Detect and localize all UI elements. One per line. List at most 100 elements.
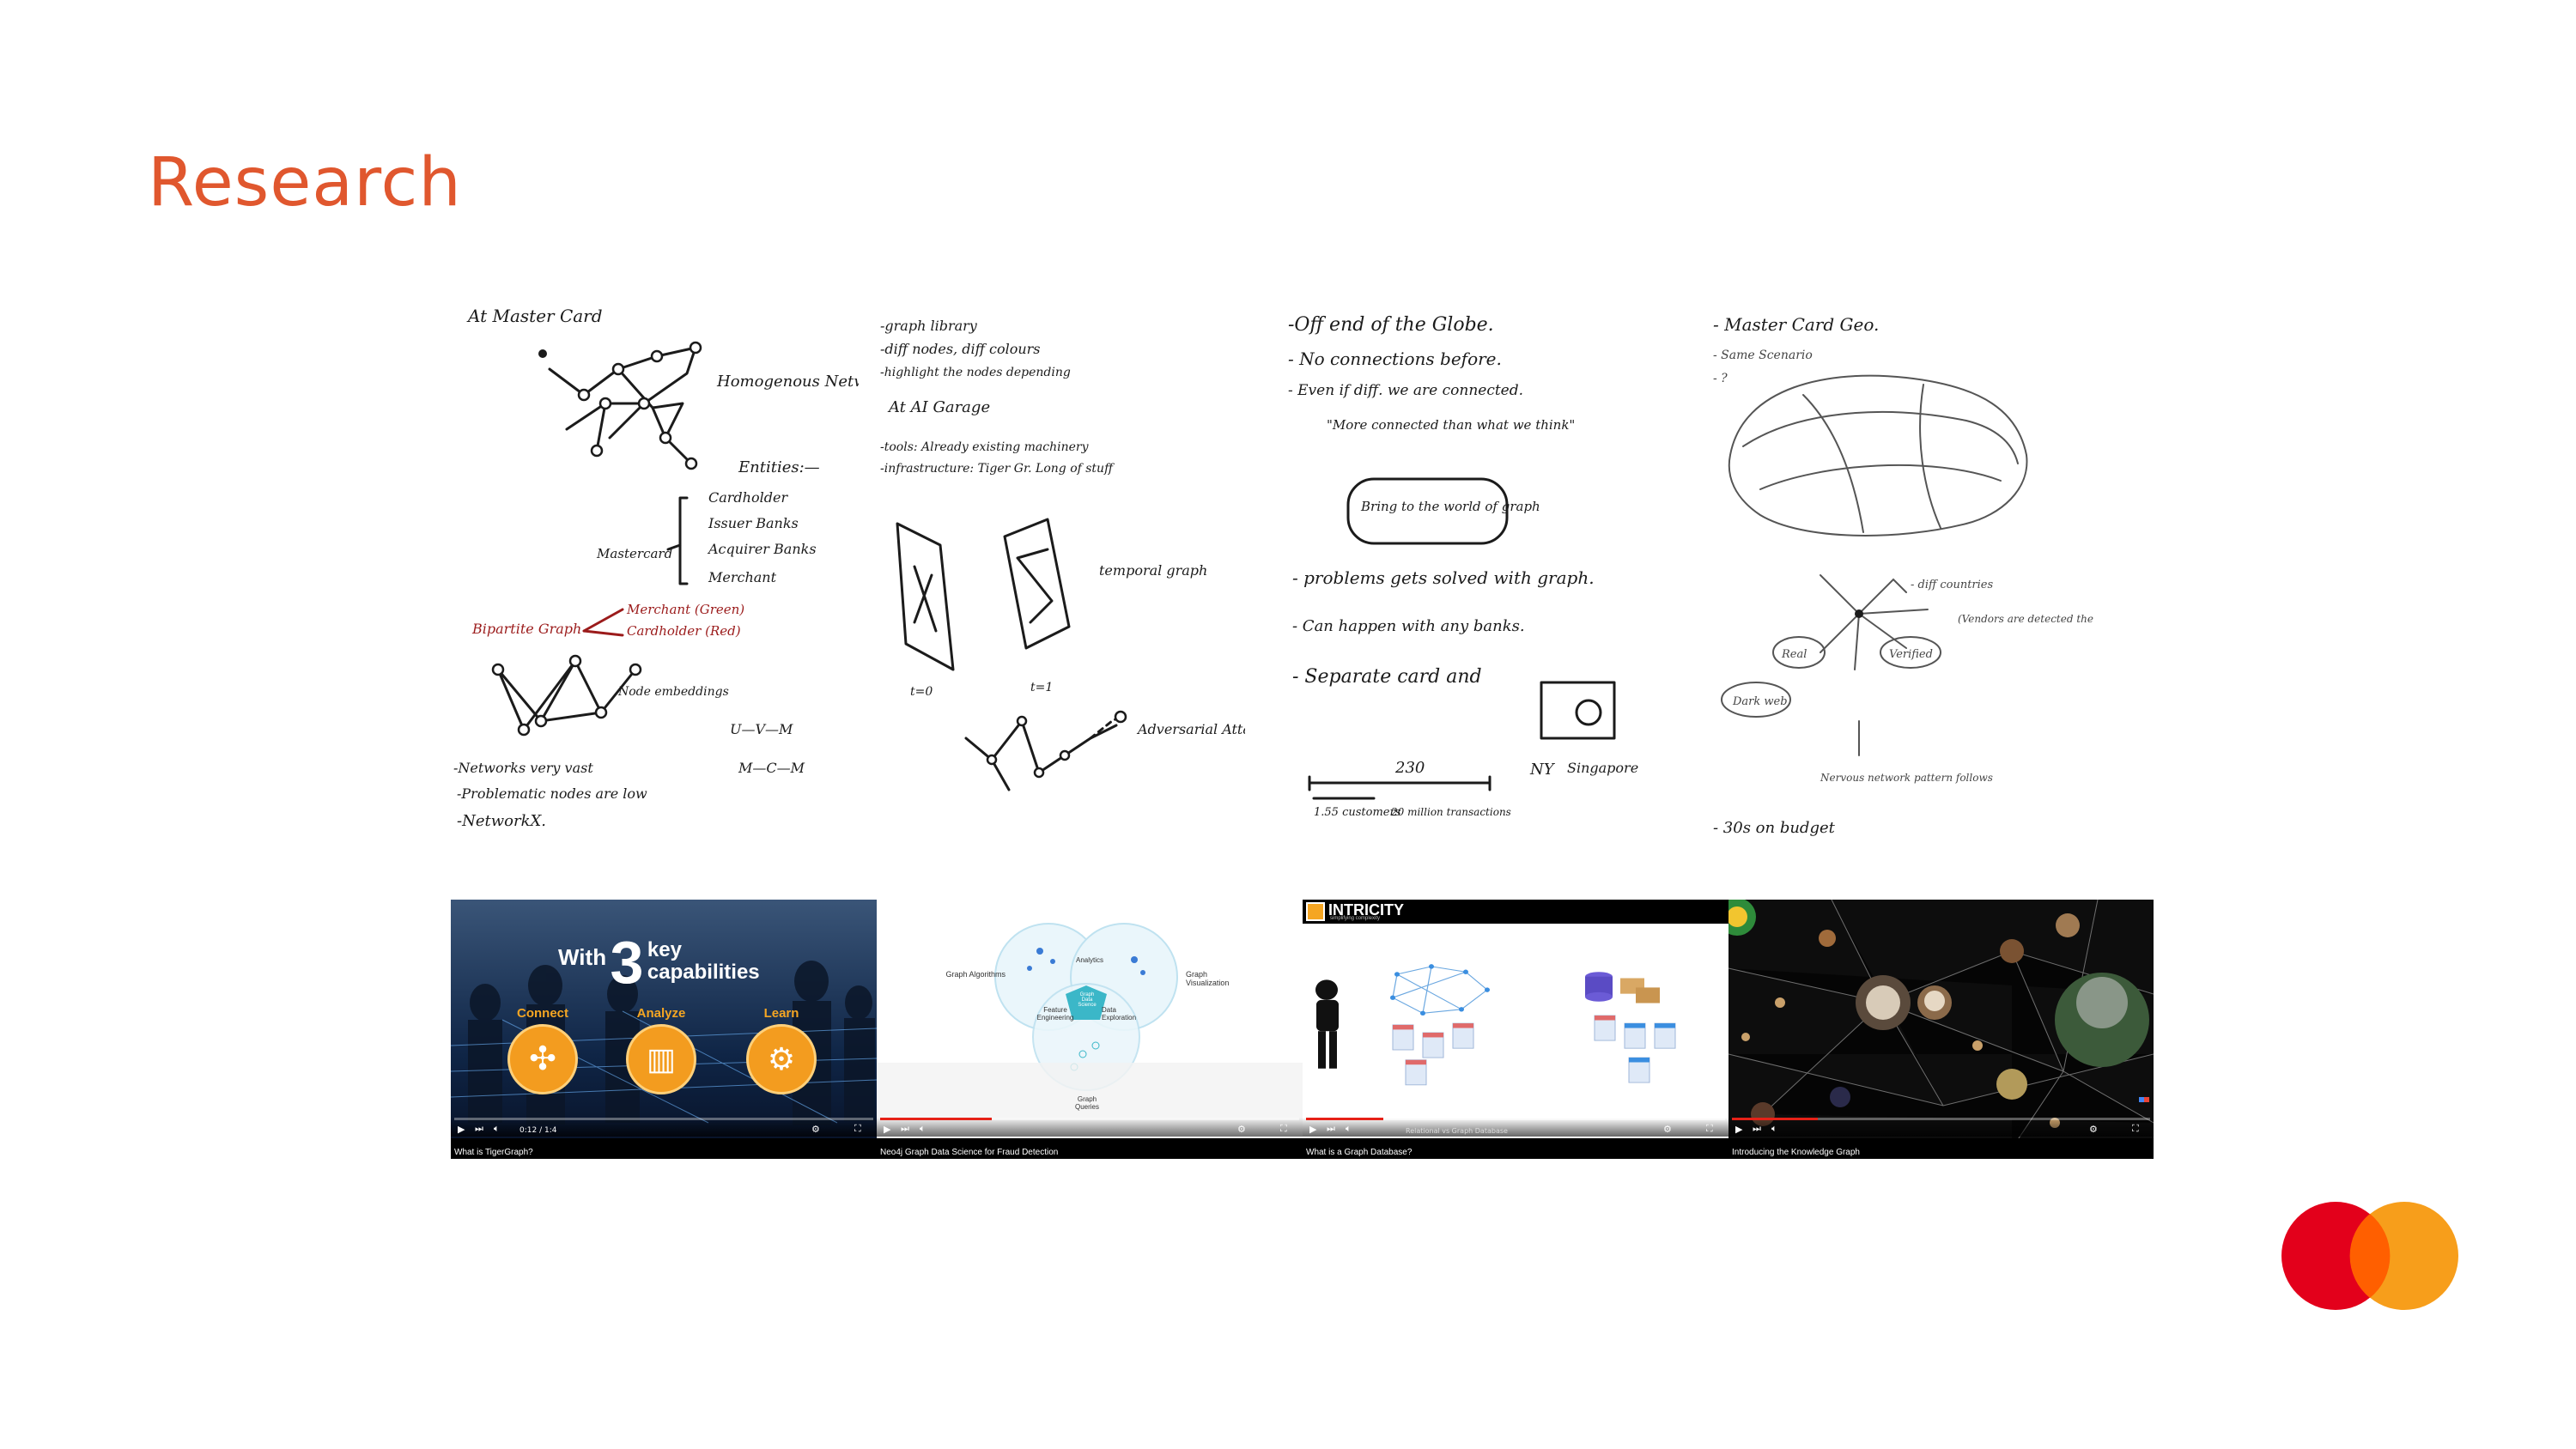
video-thumbnail-intricity[interactable]: INTRICITY simplifying complexity ▶ ⏭ 🔈︎ …: [1303, 900, 1728, 1159]
video-headline: With 3 key capabilities: [558, 932, 760, 992]
bipartite-edges: [496, 659, 637, 731]
venn-label: Data Exploration: [1102, 1006, 1137, 1022]
entities-bracket: [666, 496, 689, 585]
venn-label: Graph Visualization: [1186, 970, 1230, 987]
video-controls: ▶ ⏭ 🔈︎ 0:12 / 1:4 ⚙ ⛶: [451, 1118, 877, 1137]
sketch-text: (Vendors are detected the Mercs): [1958, 613, 2095, 625]
sketch-text: - No connections before.: [1288, 349, 1502, 369]
fullscreen-icon[interactable]: ⛶: [1280, 1123, 1287, 1135]
sketch-text: Cardholder: [708, 489, 788, 506]
sketch-text: M—C—M: [738, 760, 805, 776]
video-caption-bar: What is TigerGraph?: [451, 1138, 877, 1159]
sketch-text: Homogenous Network: [716, 373, 859, 391]
capability-connect: Connect ✣: [504, 1006, 581, 1094]
analyze-icon: ▥: [626, 1024, 696, 1094]
volume-icon[interactable]: 🔈︎: [494, 1123, 500, 1135]
volume-icon[interactable]: 🔈︎: [1346, 1123, 1352, 1135]
bipartite-arrow: [582, 608, 624, 637]
sketch-text: 230: [1394, 759, 1425, 777]
play-icon[interactable]: ▶: [458, 1124, 465, 1135]
play-icon[interactable]: ▶: [1735, 1124, 1742, 1135]
next-icon[interactable]: ⏭: [1753, 1123, 1761, 1135]
play-icon[interactable]: ▶: [1309, 1124, 1316, 1135]
venn-label: Graph Data Science: [1078, 992, 1097, 1008]
volume-icon[interactable]: 🔈︎: [920, 1123, 926, 1135]
sketch-text: Dark web: [1732, 695, 1788, 708]
progress-bar[interactable]: [454, 1118, 873, 1120]
next-icon[interactable]: ⏭: [475, 1123, 483, 1135]
sketch-4-drawing: - Master Card Geo. - Same Scenario - ? -…: [1713, 314, 2134, 837]
fullscreen-icon[interactable]: ⛶: [2132, 1123, 2139, 1135]
sketch-text: - Master Card Geo.: [1713, 314, 1879, 335]
video-caption: Introducing the Knowledge Graph: [1732, 1148, 1860, 1157]
sketch-text: Entities:—: [738, 458, 820, 476]
sketch-text: -Problematic nodes are low: [457, 785, 647, 802]
sketch-text: -infrastructure: Tiger Gr. Long of stuff: [880, 462, 1115, 476]
sketch-2-drawing: -graph library -diff nodes, diff colours…: [880, 318, 1267, 791]
sketch-text: U—V—M: [730, 721, 793, 737]
capability-analyze: Analyze ▥: [623, 1006, 700, 1094]
headline-prefix: With: [558, 944, 607, 970]
play-icon[interactable]: ▶: [884, 1124, 890, 1135]
headline-line-2: capabilities: [647, 961, 760, 984]
video-time: 0:12 / 1:4: [519, 1126, 557, 1135]
sketch-text: - 30s on budget: [1713, 819, 1836, 837]
sketch-text: Issuer Banks: [708, 515, 799, 531]
globe-outline: [1728, 374, 2028, 537]
venn-label: Feature Engineering: [1036, 1006, 1074, 1022]
next-icon[interactable]: ⏭: [1327, 1123, 1335, 1135]
sketch-text: -Off end of the Globe.: [1288, 314, 1494, 336]
venn-label: Graph Queries: [1074, 1095, 1099, 1111]
sketch-text: NY: [1529, 761, 1556, 779]
intricity-header: INTRICITY simplifying complexity: [1303, 900, 1728, 924]
sketch-text: -tools: Already existing machinery: [880, 440, 1090, 454]
gear-icon[interactable]: ⚙: [2089, 1124, 2098, 1135]
sketch-text: Bipartite Graph: [471, 621, 581, 637]
gear-icon[interactable]: ⚙: [1663, 1124, 1672, 1135]
page-title: Research: [148, 144, 462, 221]
sketch-text: Real: [1781, 648, 1807, 661]
sketch-text: -diff nodes, diff colours: [880, 341, 1041, 357]
sketch-text: - Separate card and: [1292, 666, 1482, 688]
hub-node: [1855, 609, 1863, 618]
video-caption: What is a Graph Database?: [1306, 1148, 1413, 1157]
sketch-text: -graph library: [880, 318, 978, 334]
headline-line-1: key: [647, 938, 682, 961]
whiteboard-sketch-globe: -Off end of the Globe. - No connections …: [1279, 292, 1692, 858]
next-icon[interactable]: ⏭: [901, 1123, 909, 1135]
fullscreen-icon[interactable]: ⛶: [1706, 1123, 1713, 1135]
sketch-text: -highlight the nodes depending: [880, 366, 1071, 379]
gear-icon[interactable]: ⚙: [1237, 1124, 1246, 1135]
sketch-text: At AI Garage: [887, 398, 990, 416]
mastercard-logo: [2281, 1202, 2458, 1310]
gear-icon[interactable]: ⚙: [811, 1124, 820, 1135]
progress-fill: [1732, 1118, 1818, 1120]
sketch-3-drawing: -Off end of the Globe. - No connections …: [1288, 314, 1638, 819]
sketch-text: Singapore: [1567, 760, 1638, 776]
video-thumbnail-knowledge-graph[interactable]: ▶ ⏭ 🔈︎ ⚙ ⛶ Introducing the Knowledge Gra…: [1728, 900, 2154, 1159]
whiteboard-sketch-mastercard: At Master Card Homogenous Network Entiti…: [447, 292, 893, 858]
video-chapter: Relational vs Graph Database: [1406, 1127, 1508, 1135]
video-thumbnail-tigergraph[interactable]: With 3 key capabilities Connect ✣ Analyz…: [451, 900, 877, 1159]
relational-tables: [1392, 1015, 1676, 1086]
sketch-text: Cardholder (Red): [627, 623, 741, 639]
video-caption-bar: Neo4j Graph Data Science for Fraud Detec…: [877, 1138, 1303, 1159]
capability-label: Connect: [517, 1006, 568, 1021]
volume-icon[interactable]: 🔈︎: [1771, 1123, 1777, 1135]
sketch-text: Merchant (Green): [626, 602, 744, 617]
person-silhouette: [1315, 979, 1339, 1069]
intricity-tagline: simplifying complexity: [1330, 916, 1381, 921]
capability-label: Analyze: [636, 1006, 686, 1021]
video-thumbnail-neo4j[interactable]: Graph Algorithms Analytics Graph Visuali…: [877, 900, 1303, 1159]
sketch-text: t=0: [910, 685, 933, 699]
venn-label: Analytics: [1076, 956, 1104, 964]
sketch-text: -NetworkX.: [457, 812, 546, 830]
fullscreen-icon[interactable]: ⛶: [854, 1123, 861, 1135]
progress-fill: [880, 1118, 992, 1120]
graph-node: [538, 349, 547, 358]
sketch-text: 1.55 customers: [1314, 806, 1401, 819]
video-controls: ▶ ⏭ 🔈︎ ⚙ ⛶: [877, 1118, 1303, 1137]
sketch-text: Node embeddings: [617, 685, 729, 699]
slide: Research At Master Card Homogenous Netwo…: [0, 0, 2576, 1449]
headline-number: 3: [610, 929, 644, 996]
